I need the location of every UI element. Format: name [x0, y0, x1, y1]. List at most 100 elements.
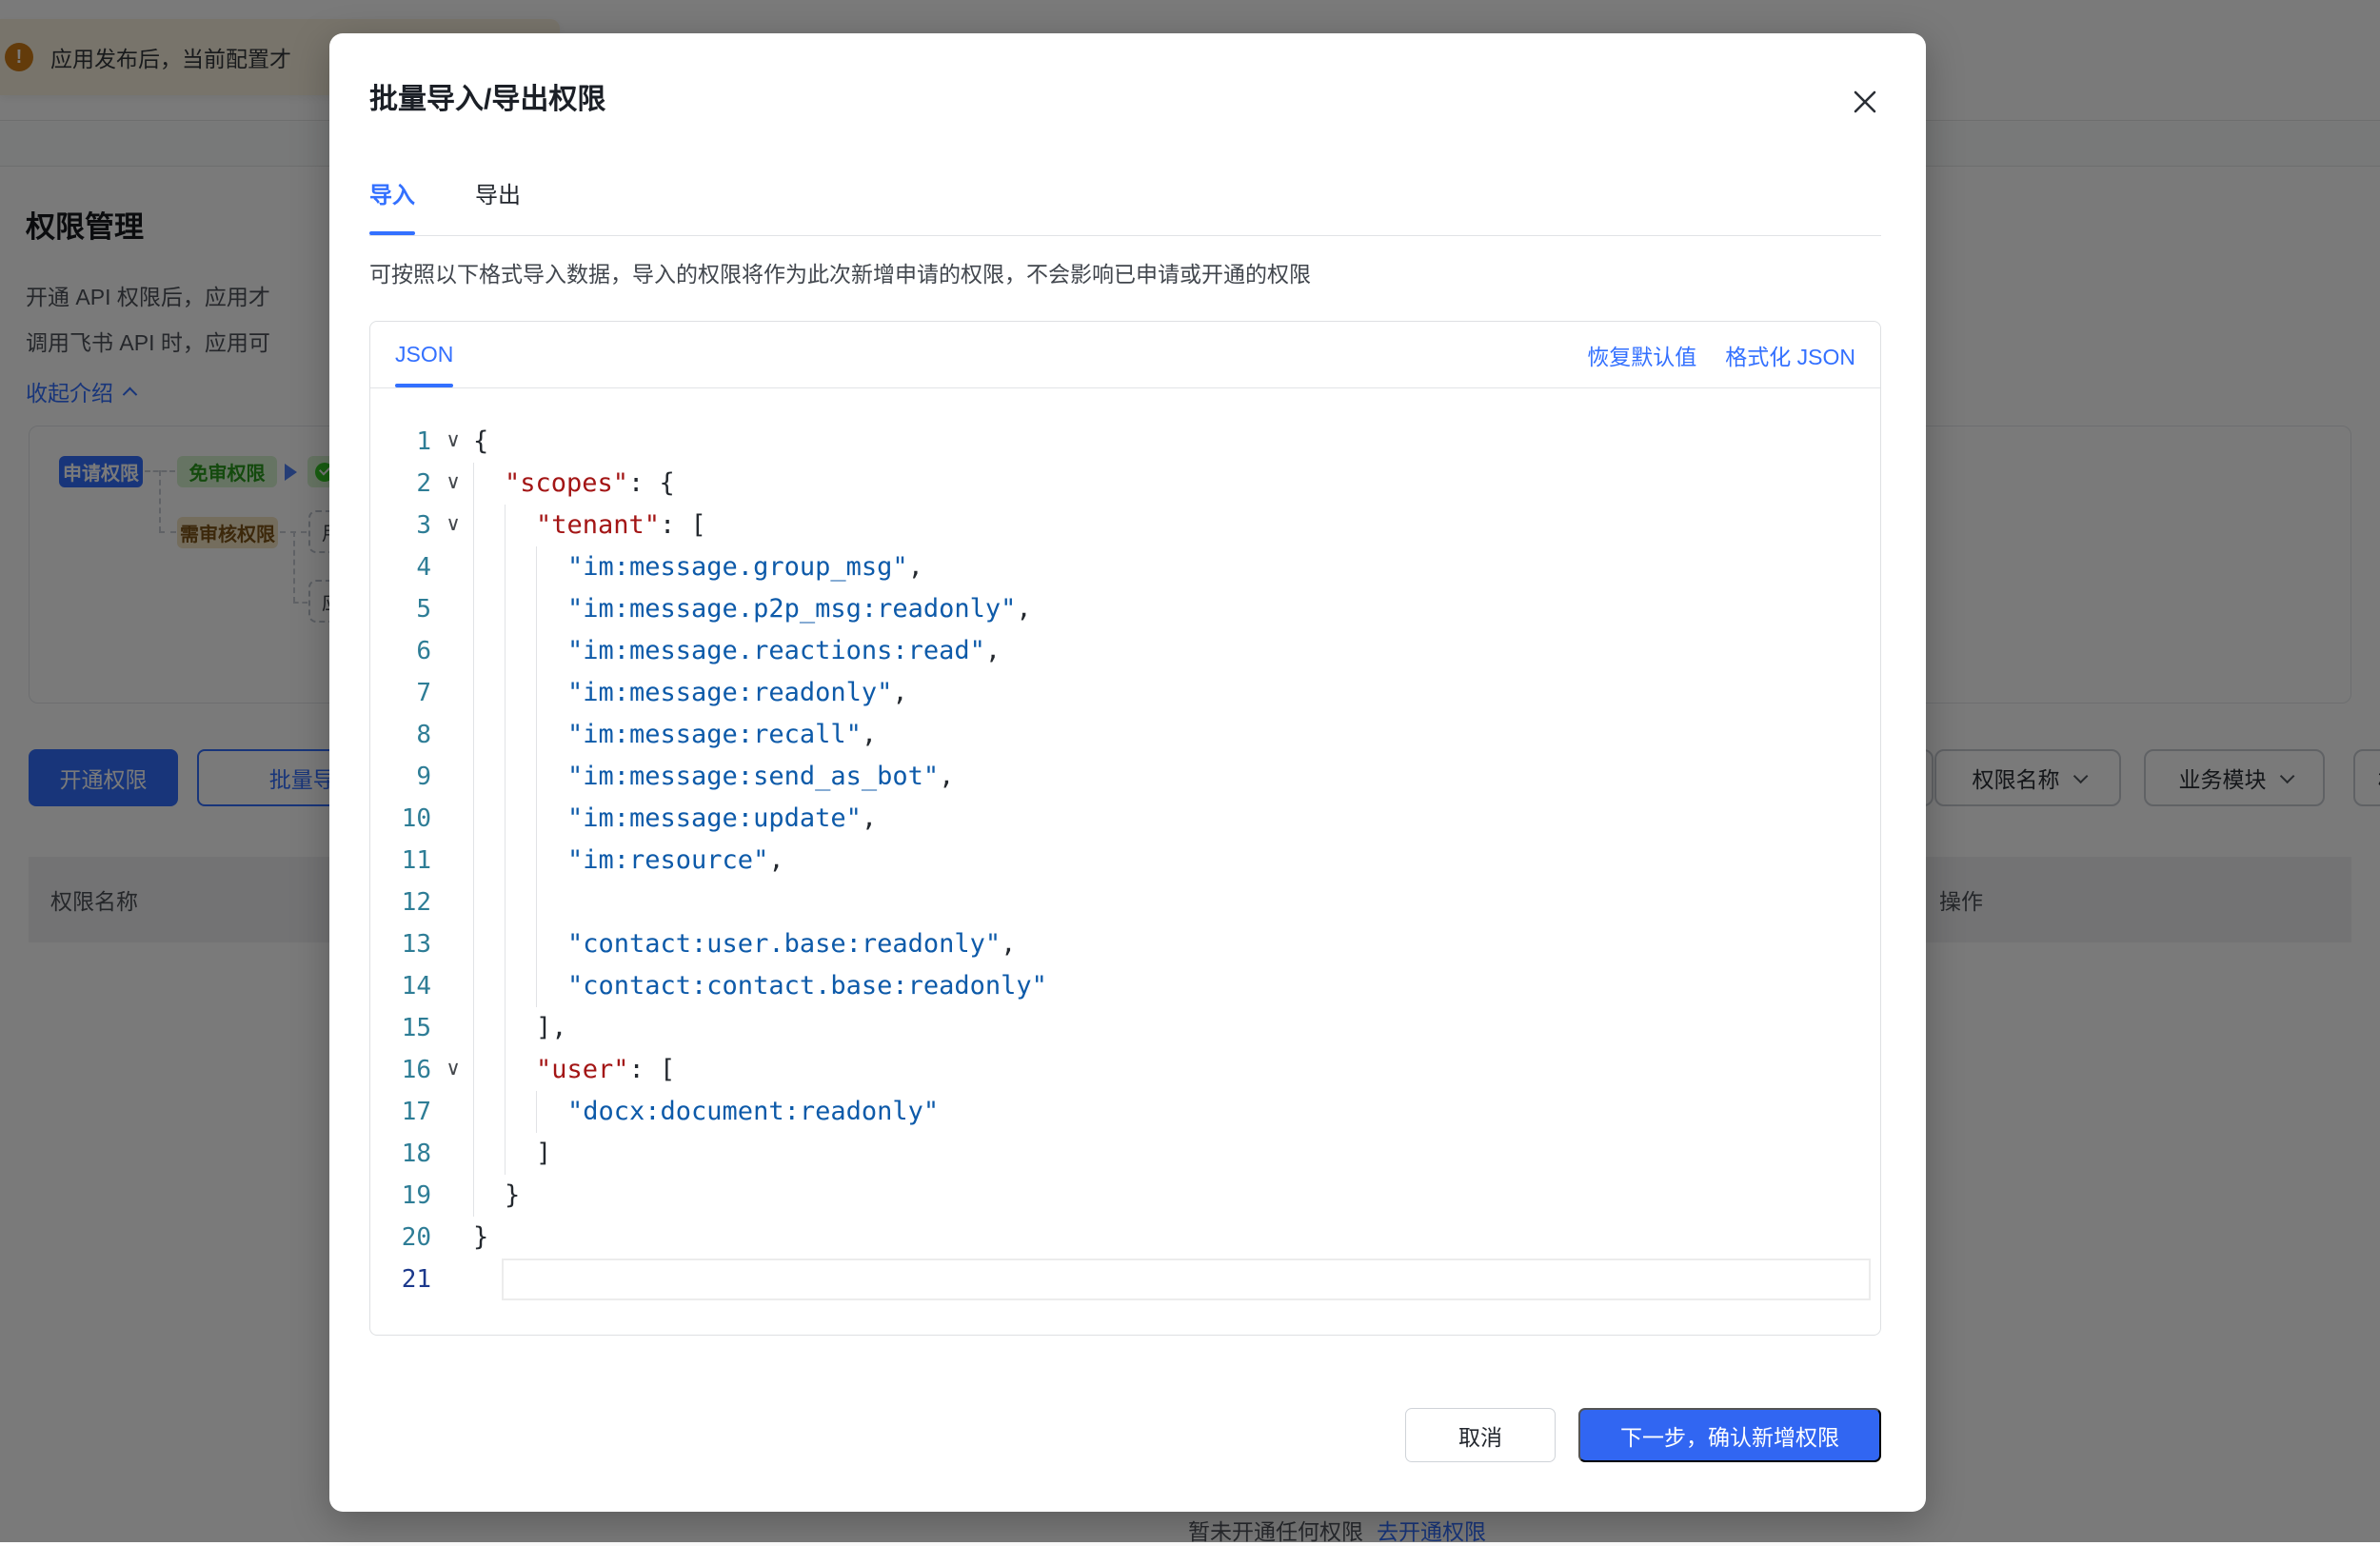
code-text[interactable]: "im:message.reactions:read", [473, 630, 1880, 672]
line-number: 7 [370, 672, 433, 714]
line-number: 12 [370, 882, 433, 923]
fold-chevron-icon[interactable]: ∨ [433, 463, 473, 505]
code-line[interactable]: 8 "im:message:recall", [370, 714, 1880, 756]
fold-chevron-icon[interactable]: ∨ [433, 421, 473, 463]
line-number: 17 [370, 1091, 433, 1133]
indent-guide [536, 840, 567, 882]
tab-import[interactable]: 导入 [369, 176, 415, 235]
indent-guide [505, 798, 536, 840]
fold-gutter-empty [433, 672, 473, 714]
code-line[interactable]: 20} [370, 1217, 1880, 1259]
code-text[interactable]: ], [473, 1007, 1880, 1049]
indent-guide [505, 923, 536, 965]
json-string: "im:message:update" [567, 803, 862, 833]
line-number: 10 [370, 798, 433, 840]
json-string: "docx:document:readonly" [567, 1097, 939, 1126]
line-number: 3 [370, 505, 433, 546]
format-json-link[interactable]: 格式化 JSON [1725, 339, 1855, 371]
fold-chevron-icon[interactable]: ∨ [433, 505, 473, 546]
indent-guide [473, 463, 505, 505]
code-line[interactable]: 5"im:message.p2p_msg:readonly", [370, 588, 1880, 630]
code-line[interactable]: 11 "im:resource", [370, 840, 1880, 882]
indent-guide [505, 1091, 536, 1133]
modal-title: 批量导入/导出权限 [369, 75, 1881, 117]
indent-guide [473, 923, 505, 965]
indent-guide [536, 630, 567, 672]
fold-gutter-empty [433, 588, 473, 630]
code-text[interactable]: "contact:contact.base:readonly" [473, 965, 1880, 1007]
code-line[interactable]: 9 "im:message:send_as_bot", [370, 756, 1880, 798]
json-punctuation: , [892, 678, 907, 707]
fold-chevron-icon[interactable]: ∨ [433, 1049, 473, 1091]
indent-guide [505, 546, 536, 588]
code-text[interactable]: { [473, 421, 1880, 463]
line-number: 1 [370, 421, 433, 463]
code-text[interactable]: "im:resource", [473, 840, 1880, 882]
line-number: 6 [370, 630, 433, 672]
indent-guide [473, 1007, 505, 1049]
code-line[interactable]: 10 "im:message:update", [370, 798, 1880, 840]
restore-defaults-link[interactable]: 恢复默认值 [1587, 339, 1696, 371]
line-number: 8 [370, 714, 433, 756]
code-line[interactable]: 1∨{ [370, 421, 1880, 463]
indent-guide [473, 546, 505, 588]
json-editor[interactable]: 1∨{2∨"scopes": {3∨"tenant": [4"im:messag… [370, 388, 1880, 1300]
cancel-button[interactable]: 取消 [1405, 1408, 1556, 1462]
code-text[interactable]: "im:message:update", [473, 798, 1880, 840]
code-line[interactable]: 18] [370, 1133, 1880, 1175]
code-line[interactable]: 13"contact:user.base:readonly", [370, 923, 1880, 965]
confirm-next-step-button[interactable]: 下一步，确认新增权限 [1578, 1408, 1881, 1462]
code-text[interactable]: ] [473, 1133, 1880, 1175]
code-text[interactable]: } [473, 1217, 1880, 1259]
indent-guide [473, 1091, 505, 1133]
fold-gutter-empty [433, 965, 473, 1007]
indent-guide [473, 798, 505, 840]
code-text[interactable]: } [473, 1175, 1880, 1217]
code-text[interactable]: "scopes": { [473, 463, 1880, 505]
code-line[interactable]: 21 [370, 1259, 1880, 1300]
json-key: "scopes" [505, 468, 628, 498]
code-line[interactable]: 16∨"user": [ [370, 1049, 1880, 1091]
json-string: "im:resource" [567, 845, 768, 875]
code-text[interactable]: "im:message:readonly", [473, 672, 1880, 714]
json-key: "user" [536, 1055, 629, 1084]
fold-gutter-empty [433, 546, 473, 588]
code-line[interactable]: 2∨"scopes": { [370, 463, 1880, 505]
indent-guide [505, 672, 536, 714]
code-line[interactable]: 6 "im:message.reactions:read", [370, 630, 1880, 672]
indent-guide [473, 588, 505, 630]
json-string: "im:message:send_as_bot" [567, 762, 939, 791]
json-string: "im:message.reactions:read" [567, 636, 985, 665]
code-line[interactable]: 17 "docx:document:readonly" [370, 1091, 1880, 1133]
code-text[interactable]: "contact:user.base:readonly", [473, 923, 1880, 965]
json-punctuation: ] [536, 1139, 551, 1168]
json-punctuation: } [473, 1222, 488, 1252]
code-line[interactable]: 14"contact:contact.base:readonly" [370, 965, 1880, 1007]
code-line[interactable]: 19} [370, 1175, 1880, 1217]
line-number: 9 [370, 756, 433, 798]
code-text[interactable]: "im:message:send_as_bot", [473, 756, 1880, 798]
fold-gutter-empty [433, 714, 473, 756]
code-text[interactable]: "tenant": [ [473, 505, 1880, 546]
editor-tab-json[interactable]: JSON [395, 322, 453, 387]
json-string: "im:message:readonly" [567, 678, 892, 707]
code-text[interactable]: "docx:document:readonly" [473, 1091, 1880, 1133]
code-text[interactable]: "im:message.group_msg", [473, 546, 1880, 588]
code-text[interactable] [473, 882, 1880, 923]
code-text[interactable]: "user": [ [473, 1049, 1880, 1091]
indent-guide [505, 505, 536, 546]
line-number: 11 [370, 840, 433, 882]
code-line[interactable]: 3∨"tenant": [ [370, 505, 1880, 546]
tab-export[interactable]: 导出 [475, 176, 521, 235]
code-text[interactable] [473, 1259, 1880, 1300]
json-punctuation: , [862, 720, 877, 749]
code-text[interactable]: "im:message.p2p_msg:readonly", [473, 588, 1880, 630]
code-line[interactable]: 12 [370, 882, 1880, 923]
indent-guide [473, 672, 505, 714]
json-string: "contact:user.base:readonly" [567, 929, 1001, 959]
indent-guide [505, 630, 536, 672]
code-line[interactable]: 15], [370, 1007, 1880, 1049]
code-text[interactable]: "im:message:recall", [473, 714, 1880, 756]
code-line[interactable]: 7 "im:message:readonly", [370, 672, 1880, 714]
code-line[interactable]: 4"im:message.group_msg", [370, 546, 1880, 588]
